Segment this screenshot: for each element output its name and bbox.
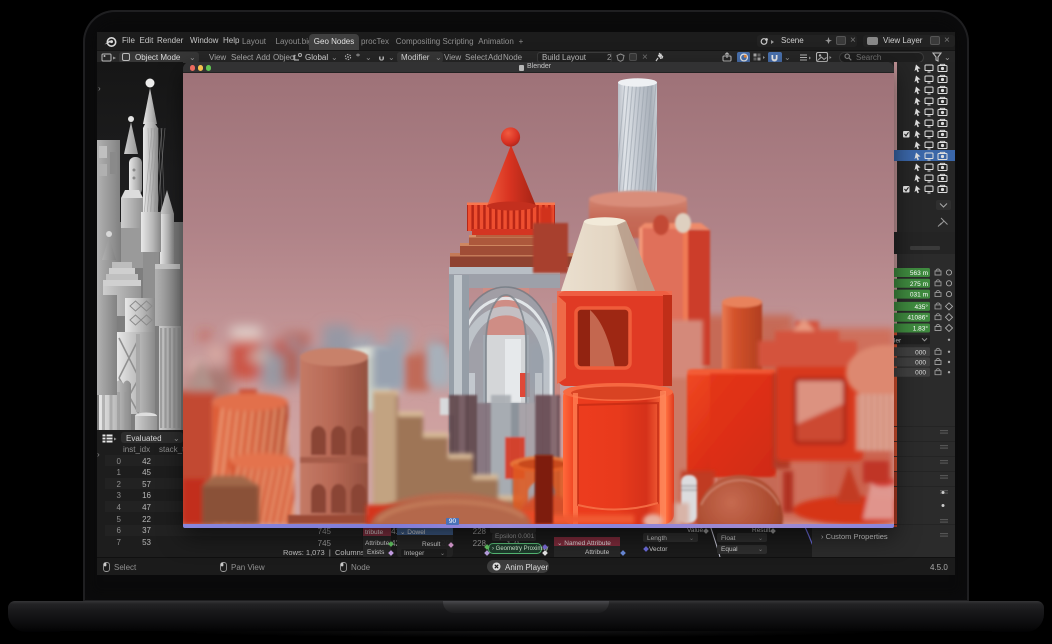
- svg-text:1.83°: 1.83°: [913, 325, 929, 333]
- svg-text:563 m: 563 m: [910, 270, 928, 277]
- svg-text:435°: 435°: [915, 303, 929, 311]
- svg-text:031 m: 031 m: [910, 292, 928, 299]
- svg-text:000: 000: [915, 360, 926, 367]
- svg-text:275 m: 275 m: [910, 281, 928, 288]
- svg-text:000: 000: [915, 349, 926, 356]
- svg-text:› Custom Properties: › Custom Properties: [821, 532, 888, 541]
- svg-text:41086°: 41086°: [907, 314, 928, 322]
- svg-text:000: 000: [915, 370, 926, 377]
- svg-text:ler: ler: [894, 337, 902, 344]
